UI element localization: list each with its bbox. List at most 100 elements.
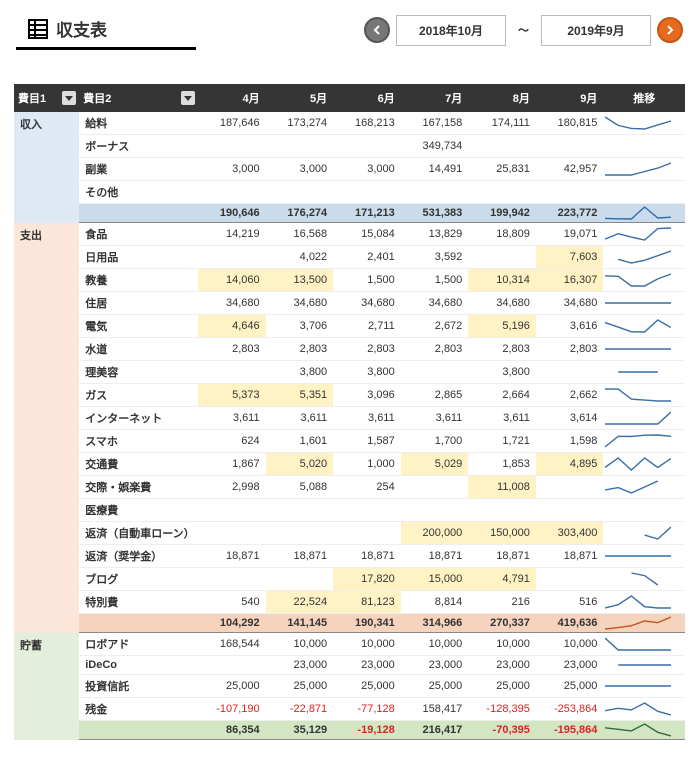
cell-value: 2,803	[468, 338, 536, 361]
prev-button[interactable]	[364, 17, 390, 43]
section-label: 収入	[14, 112, 79, 223]
col-category2[interactable]: 費目2	[79, 84, 198, 112]
cell-value	[266, 499, 334, 522]
cell-value: 3,000	[266, 158, 334, 181]
cell-value: 16,568	[266, 223, 334, 246]
cell-value: 254	[333, 476, 401, 499]
section-label: 支出	[14, 223, 79, 633]
sparkline	[603, 698, 685, 721]
cell-value	[198, 522, 266, 545]
table-row: iDeCo23,00023,00023,00023,00023,000	[14, 656, 685, 675]
cell-value: 10,000	[333, 633, 401, 656]
sparkline	[603, 292, 685, 315]
cell-value	[266, 181, 334, 204]
row-label: iDeCo	[79, 656, 198, 675]
cell-value	[536, 135, 604, 158]
cell-value: 23,000	[333, 656, 401, 675]
sparkline	[603, 522, 685, 545]
sparkline	[603, 499, 685, 522]
row-label: 交通費	[79, 453, 198, 476]
cell-value: 4,022	[266, 246, 334, 269]
row-label: ガス	[79, 384, 198, 407]
row-label: 食品	[79, 223, 198, 246]
cell-value: 5,196	[468, 315, 536, 338]
subtotal-row: 104,292141,145190,341314,966270,337419,6…	[14, 614, 685, 633]
cell-value	[333, 522, 401, 545]
cell-value	[198, 499, 266, 522]
cell-value: 3,611	[198, 407, 266, 430]
cell-value: 2,672	[401, 315, 469, 338]
row-label: その他	[79, 181, 198, 204]
row-label: 特別費	[79, 591, 198, 614]
cell-value: 3,614	[536, 407, 604, 430]
cell-value: 3,800	[266, 361, 334, 384]
cell-value: 349,734	[401, 135, 469, 158]
cell-value: 187,646	[198, 112, 266, 135]
cell-value: 180,815	[536, 112, 604, 135]
cell-value	[198, 361, 266, 384]
subtotal-value: 223,772	[536, 204, 604, 223]
table-row: 水道2,8032,8032,8032,8032,8032,803	[14, 338, 685, 361]
cell-value: 18,809	[468, 223, 536, 246]
subtotal-value: 216,417	[401, 721, 469, 740]
cell-value	[536, 361, 604, 384]
cell-value	[468, 135, 536, 158]
period-start[interactable]: 2018年10月	[396, 15, 506, 46]
cell-value: 2,803	[266, 338, 334, 361]
cell-value	[333, 135, 401, 158]
cell-value: 14,060	[198, 269, 266, 292]
col-month: 5月	[266, 84, 334, 112]
cell-value	[468, 181, 536, 204]
cell-value: 2,803	[536, 338, 604, 361]
cell-value: 23,000	[266, 656, 334, 675]
sparkline	[603, 721, 685, 740]
sparkline	[603, 315, 685, 338]
period-end[interactable]: 2019年9月	[541, 15, 651, 46]
cell-value: 25,000	[468, 675, 536, 698]
next-button[interactable]	[657, 17, 683, 43]
subtotal-value: -70,395	[468, 721, 536, 740]
cell-value: 540	[198, 591, 266, 614]
cell-value: 25,831	[468, 158, 536, 181]
cell-value: 3,800	[468, 361, 536, 384]
table-row: ボーナス 349,734	[14, 135, 685, 158]
filter-icon[interactable]	[181, 91, 195, 105]
col-category1[interactable]: 費目1	[14, 84, 79, 112]
col-month: 4月	[198, 84, 266, 112]
table-row: 収入給料187,646173,274168,213167,158174,1111…	[14, 112, 685, 135]
cell-value	[536, 568, 604, 591]
cell-value: 3,706	[266, 315, 334, 338]
table-row: 住居34,68034,68034,68034,68034,68034,680	[14, 292, 685, 315]
cell-value: 3,000	[333, 158, 401, 181]
sparkline	[603, 223, 685, 246]
col-month: 7月	[401, 84, 469, 112]
subtotal-value: -195,864	[536, 721, 604, 740]
cell-value: 5,029	[401, 453, 469, 476]
cell-value: 3,611	[333, 407, 401, 430]
table-row: インターネット3,6113,6113,6113,6113,6113,614	[14, 407, 685, 430]
table-row: 教養14,06013,5001,5001,50010,31416,307	[14, 269, 685, 292]
cell-value: 5,351	[266, 384, 334, 407]
cell-value: 2,803	[401, 338, 469, 361]
row-label: 交際・娯楽費	[79, 476, 198, 499]
cell-value: 303,400	[536, 522, 604, 545]
cell-value: 168,213	[333, 112, 401, 135]
sparkline	[603, 135, 685, 158]
cell-value: 14,491	[401, 158, 469, 181]
sparkline	[603, 476, 685, 499]
filter-icon[interactable]	[62, 91, 76, 105]
cell-value: 200,000	[401, 522, 469, 545]
table-row: 支出食品14,21916,56815,08413,82918,80919,071	[14, 223, 685, 246]
cell-value: 4,895	[536, 453, 604, 476]
row-label: ボーナス	[79, 135, 198, 158]
sparkline	[603, 112, 685, 135]
cell-value: 10,000	[401, 633, 469, 656]
cell-value: 1,500	[401, 269, 469, 292]
title-block: 収支表	[16, 10, 196, 50]
sparkline	[603, 204, 685, 223]
sparkline	[603, 246, 685, 269]
cell-value: 18,871	[401, 545, 469, 568]
cell-value: 2,803	[333, 338, 401, 361]
cell-value: -77,128	[333, 698, 401, 721]
subtotal-value: 176,274	[266, 204, 334, 223]
